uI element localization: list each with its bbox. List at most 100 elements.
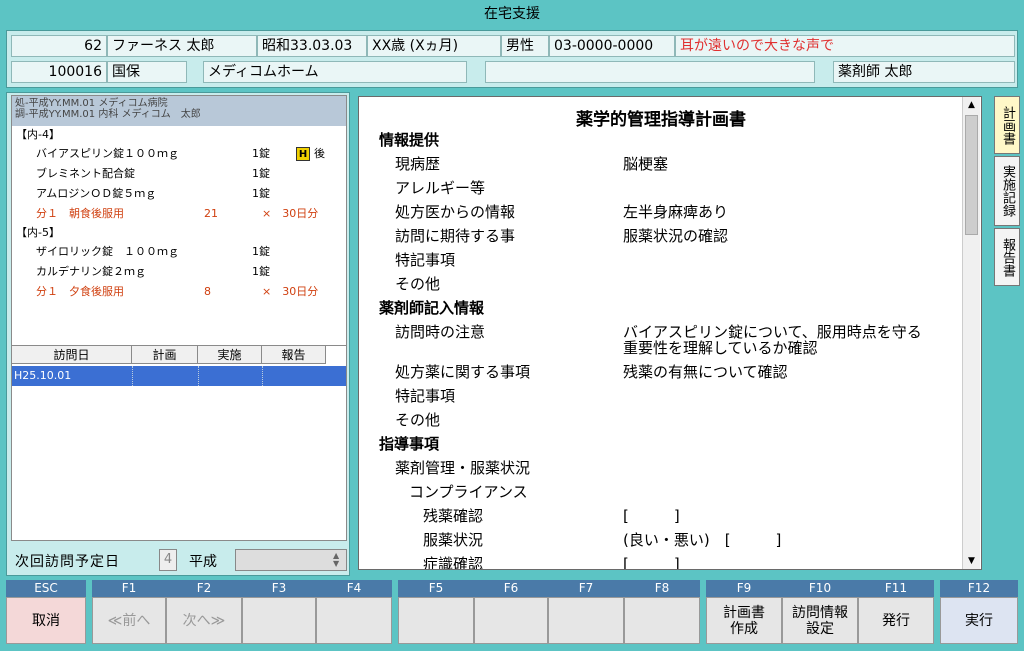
column-divider	[262, 366, 263, 386]
fkey-f9[interactable]: F9 計画書 作成	[706, 580, 782, 646]
prescription-header-line: 調-平成YY.MM.01 内科 メディコム 太郎	[15, 109, 201, 120]
prev-button[interactable]: ≪前へ	[92, 597, 166, 644]
rx-drug-name: アムロジンＯＤ錠５ｍｇ	[36, 187, 157, 200]
issue-button[interactable]: 発行	[858, 597, 934, 644]
rx-usage-text: 分１ 朝食後服用	[36, 207, 124, 220]
fkey-label: F4	[316, 580, 392, 597]
fkey-f1[interactable]: F1 ≪前へ	[92, 580, 166, 646]
field-value: 残薬の有無について確認	[623, 363, 788, 381]
fkey-label: F5	[398, 580, 474, 597]
document-scrollbar[interactable]: ▲ ▼	[962, 97, 980, 569]
fkey-f3[interactable]: F3	[242, 580, 316, 646]
era-code-field[interactable]: 4	[159, 549, 177, 571]
fkey-label: F10	[782, 580, 858, 597]
rx-usage-days: 21	[204, 207, 218, 220]
insurer-number: 100016	[11, 61, 107, 83]
visit-col-plan[interactable]: 計画	[132, 346, 198, 364]
patient-name: ファーネス 太郎	[107, 35, 257, 57]
next-button[interactable]: 次へ≫	[166, 597, 242, 644]
prescription-header: 処-平成YY.MM.01 メディコム病院 調-平成YY.MM.01 内科 メディ…	[12, 96, 346, 126]
rx-group-title: 【内-4】	[16, 128, 60, 141]
date-spinner-icon[interactable]: ▲ ▼	[333, 552, 339, 568]
rx-drug-row[interactable]: ブレミネント配合錠 1錠	[12, 164, 346, 184]
window-title: 在宅支援	[0, 0, 1024, 28]
visit-col-report[interactable]: 報告	[262, 346, 326, 364]
visit-col-date[interactable]: 訪問日	[12, 346, 132, 364]
rx-usage-row: 分１ 朝食後服用 21 × 30日分	[12, 204, 346, 224]
f3-button[interactable]	[242, 597, 316, 644]
fkey-label: F3	[242, 580, 316, 597]
field-value: (良い・悪い) [ ]	[623, 531, 782, 549]
tab-record[interactable]: 実施記録	[994, 156, 1020, 226]
fkey-f6[interactable]: F6	[474, 580, 548, 646]
field-label: 訪問に期待する事	[395, 227, 516, 245]
rx-usage-days: 8	[204, 285, 211, 298]
fkey-label: F8	[624, 580, 700, 597]
tab-plan[interactable]: 計画書	[994, 96, 1020, 154]
field-value: [ ]	[623, 555, 680, 569]
f7-button[interactable]	[548, 597, 624, 644]
patient-note: 耳が遠いので大きな声で	[675, 35, 1015, 57]
rx-drug-row[interactable]: アムロジンＯＤ錠５ｍｇ 1錠	[12, 184, 346, 204]
tab-report[interactable]: 報告書	[994, 228, 1020, 286]
table-row[interactable]: H25.10.01	[12, 366, 346, 386]
generic-badge-icon: H	[296, 147, 310, 161]
subsection-heading: コンプライアンス	[409, 483, 528, 501]
visit-settings-button[interactable]: 訪問情報 設定	[782, 597, 858, 644]
rx-drug-row[interactable]: カルデナリン錠２ｍｇ 1錠	[12, 262, 346, 282]
next-visit-date-input[interactable]	[235, 549, 347, 571]
scroll-up-icon[interactable]: ▲	[963, 97, 980, 113]
rx-usage-text: 分１ 夕食後服用	[36, 285, 124, 298]
field-value: 服薬状況の確認	[623, 227, 729, 245]
cancel-button[interactable]: 取消	[6, 597, 86, 644]
patient-id: 62	[11, 35, 107, 57]
fkey-f8[interactable]: F8	[624, 580, 700, 646]
execute-button[interactable]: 実行	[940, 597, 1018, 644]
left-panel: 処-平成YY.MM.01 メディコム病院 調-平成YY.MM.01 内科 メディ…	[6, 92, 350, 576]
generic-badge-note: 後	[314, 147, 325, 160]
fkey-f10[interactable]: F10 訪問情報 設定	[782, 580, 858, 646]
create-plan-button[interactable]: 計画書 作成	[706, 597, 782, 644]
column-divider	[198, 366, 199, 386]
field-label: その他	[395, 275, 441, 293]
f4-button[interactable]	[316, 597, 392, 644]
section-heading: 薬剤師記入情報	[379, 299, 485, 317]
fkey-f2[interactable]: F2 次へ≫	[166, 580, 242, 646]
patient-sex: 男性	[501, 35, 549, 57]
scroll-down-icon[interactable]: ▼	[963, 553, 980, 569]
f5-button[interactable]	[398, 597, 474, 644]
field-label: 訪問時の注意	[395, 323, 486, 341]
field-label: その他	[395, 411, 441, 429]
insurance-type: 国保	[107, 61, 187, 83]
fkey-f7[interactable]: F7	[548, 580, 624, 646]
prescription-header-line: 処-平成YY.MM.01 メディコム病院	[15, 98, 168, 109]
document-content: 薬学的管理指導計画書 情報提供 現病歴 脳梗塞 アレルギー等 処方医からの情報 …	[359, 97, 963, 569]
next-visit-row: 次回訪問予定日 4 平成 ▲ ▼	[11, 549, 347, 573]
fkey-label: F12	[940, 580, 1018, 597]
fkey-f4[interactable]: F4	[316, 580, 392, 646]
f6-button[interactable]	[474, 597, 548, 644]
fkey-f5[interactable]: F5	[398, 580, 474, 646]
rx-drug-row[interactable]: バイアスピリン錠１００ｍｇ 1錠 H 後	[12, 144, 346, 164]
subsection-heading: 薬剤管理・服薬状況	[395, 459, 531, 477]
rx-drug-name: バイアスピリン錠１００ｍｇ	[36, 147, 179, 160]
fkey-esc[interactable]: ESC 取消	[6, 580, 86, 646]
rx-group-title: 【内-5】	[16, 226, 60, 239]
rx-drug-row[interactable]: ザイロリック錠 １００ｍｇ 1錠	[12, 242, 346, 262]
fkey-f11[interactable]: F11 発行	[858, 580, 934, 646]
rx-drug-qty: 1錠	[252, 187, 270, 200]
scroll-thumb[interactable]	[965, 115, 978, 235]
patient-birthdate: 昭和33.03.03	[257, 35, 367, 57]
pharmacist-name: 薬剤師 太郎	[833, 61, 1015, 83]
fkey-f12[interactable]: F12 実行	[940, 580, 1018, 646]
visit-col-done[interactable]: 実施	[198, 346, 262, 364]
rx-drug-name: カルデナリン錠２ｍｇ	[36, 265, 146, 278]
field-value: 脳梗塞	[623, 155, 669, 173]
field-label: 服薬状況	[423, 531, 484, 549]
next-visit-label: 次回訪問予定日	[15, 554, 120, 570]
plan-document[interactable]: 薬学的管理指導計画書 情報提供 現病歴 脳梗塞 アレルギー等 処方医からの情報 …	[358, 96, 982, 570]
rx-usage-mult: × 30日分	[262, 207, 319, 220]
f8-button[interactable]	[624, 597, 700, 644]
rx-drug-name: ブレミネント配合錠	[36, 167, 135, 180]
visit-table[interactable]: 訪問日 計画 実施 報告 H25.10.01	[11, 345, 347, 541]
